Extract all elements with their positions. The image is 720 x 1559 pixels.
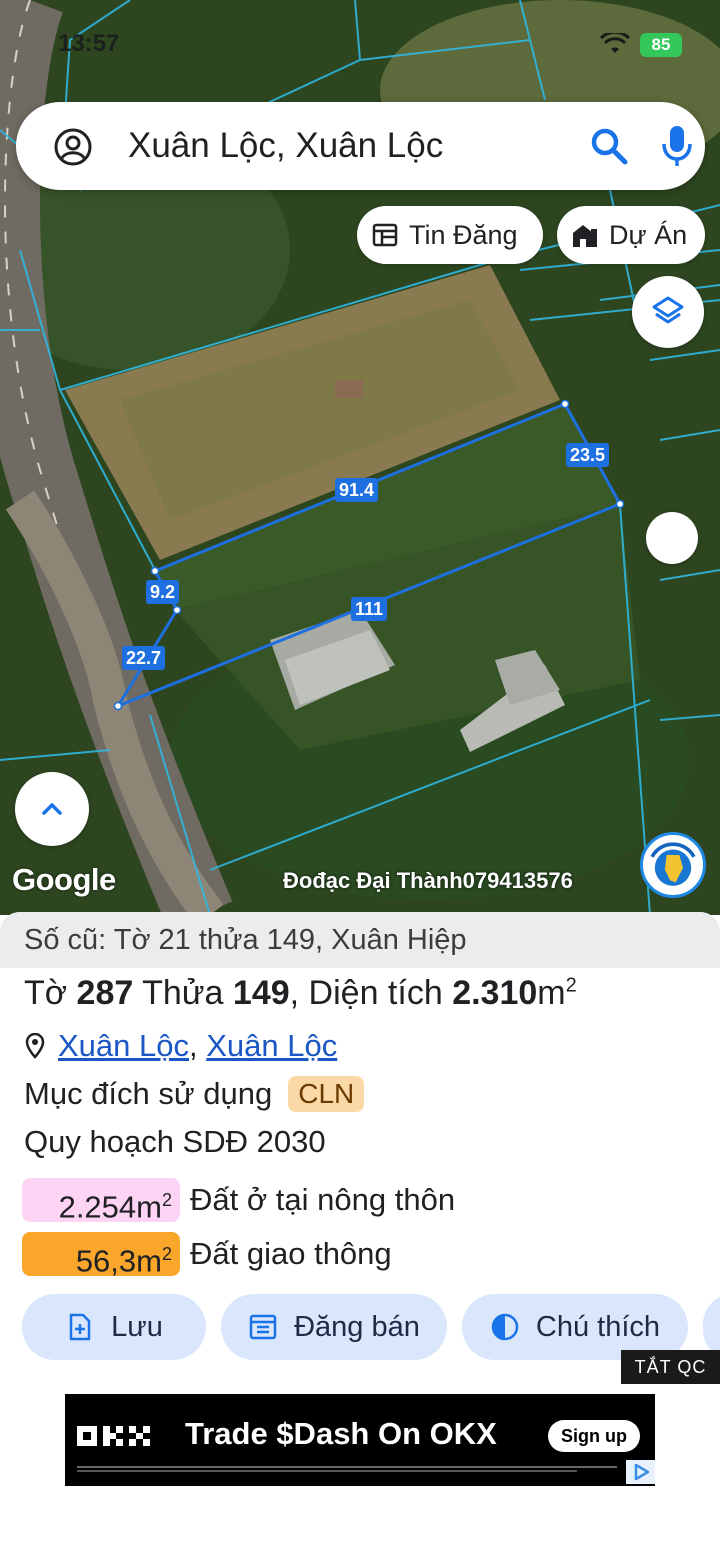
- add-file-icon: [69, 1313, 91, 1341]
- search-bar[interactable]: Xuân Lộc, Xuân Lộc: [16, 102, 705, 190]
- status-time: 13:57: [58, 30, 120, 57]
- location-marker[interactable]: [646, 512, 698, 564]
- dimension-label: 91.4: [335, 478, 379, 502]
- contrast-icon: [491, 1313, 519, 1341]
- old-reference: Số cũ: Tờ 21 thửa 149, Xuân Hiệp: [0, 912, 720, 968]
- dimension-label: 22.7: [122, 646, 166, 670]
- plot-label: Thửa: [142, 974, 224, 1012]
- parcel-summary: Tờ 287 Thửa 149, Diện tích 2.310m2: [24, 974, 577, 1013]
- plan-item: 2.254m2 Đất ở tại nông thôn: [22, 1178, 456, 1224]
- sheet-number: 287: [76, 974, 134, 1012]
- plan-item: 56,3m2 Đất giao thông: [22, 1232, 392, 1278]
- calendar-list-icon: [249, 1314, 277, 1340]
- layers-button[interactable]: [632, 276, 704, 348]
- district-link[interactable]: Xuân Lộc: [206, 1028, 337, 1064]
- layers-icon: [652, 296, 684, 324]
- purpose-code-badge: CLN: [288, 1076, 365, 1112]
- area-label: , Diện tích: [289, 974, 443, 1012]
- plan-quantity: 2.254m2: [22, 1178, 180, 1224]
- dimension-label: 9.2: [146, 580, 180, 604]
- dimension-label: 23.5: [566, 443, 610, 467]
- sheet-label: Tờ: [24, 974, 68, 1012]
- plan-title: Quy hoạch SDĐ 2030: [24, 1124, 326, 1159]
- battery-indicator: 85: [640, 33, 682, 57]
- plan-label: Đất ở tại nông thôn: [190, 1182, 456, 1217]
- okx-logo: [77, 1426, 150, 1446]
- area-unit: m: [537, 974, 566, 1012]
- news-chip[interactable]: Tin Đăng: [357, 206, 543, 264]
- microphone-icon[interactable]: [659, 124, 695, 168]
- address-separator: ,: [189, 1028, 198, 1063]
- listing-icon: [372, 223, 398, 247]
- project-chip-label: Dự Án: [609, 219, 688, 250]
- turn-off-ads-button[interactable]: TẮT QC: [621, 1350, 720, 1384]
- area-value: 2.310: [452, 974, 538, 1012]
- ad-signup-button[interactable]: Sign up: [548, 1420, 640, 1452]
- expand-panel-button[interactable]: [15, 772, 89, 846]
- plan-quantity: 56,3m2: [22, 1232, 180, 1278]
- purpose-label: Mục đích sử dụng: [24, 1076, 273, 1111]
- area-exponent: 2: [565, 974, 577, 997]
- account-icon[interactable]: [54, 128, 92, 166]
- dimension-label: 111: [351, 597, 388, 621]
- ad-fine-print: [77, 1466, 617, 1472]
- post-sale-button[interactable]: Đăng bán: [221, 1294, 447, 1360]
- ward-link[interactable]: Xuân Lộc: [58, 1028, 189, 1064]
- legend-label: Chú thích: [535, 1310, 661, 1343]
- location-pin-icon: [25, 1033, 45, 1059]
- ad-choices-icon[interactable]: [626, 1460, 655, 1484]
- plot-number: 149: [232, 974, 290, 1012]
- watermark-text: Đođạc Đại Thành079413576: [283, 868, 573, 893]
- search-icon[interactable]: [589, 126, 629, 166]
- address: Xuân Lộc, Xuân Lộc: [24, 1028, 337, 1064]
- news-chip-label: Tin Đăng: [409, 219, 518, 250]
- map-view[interactable]: 91.4 23.5 111 9.2 22.7 13:57 85 Xuân Lộc…: [0, 0, 720, 915]
- google-logo: Google: [12, 862, 116, 897]
- ad-headline: Trade $Dash On OKX: [185, 1416, 497, 1451]
- land-use-purpose: Mục đích sử dụng CLN: [24, 1076, 365, 1112]
- project-chip[interactable]: Dự Án: [557, 206, 705, 264]
- wifi-icon: [600, 33, 630, 53]
- save-label: Lưu: [111, 1310, 163, 1343]
- buildings-icon: [573, 225, 597, 247]
- save-button[interactable]: Lưu: [22, 1294, 206, 1360]
- search-input[interactable]: Xuân Lộc, Xuân Lộc: [128, 126, 443, 166]
- company-seal-logo: [640, 832, 706, 898]
- parcel-info-panel: Số cũ: Tờ 21 thửa 149, Xuân Hiệp Tờ 287 …: [0, 912, 720, 1559]
- plan-label: Đất giao thông: [190, 1236, 392, 1271]
- ad-banner[interactable]: Trade $Dash On OKX Sign up: [65, 1394, 655, 1486]
- post-sale-label: Đăng bán: [294, 1310, 420, 1343]
- chevron-up-icon: [42, 803, 62, 815]
